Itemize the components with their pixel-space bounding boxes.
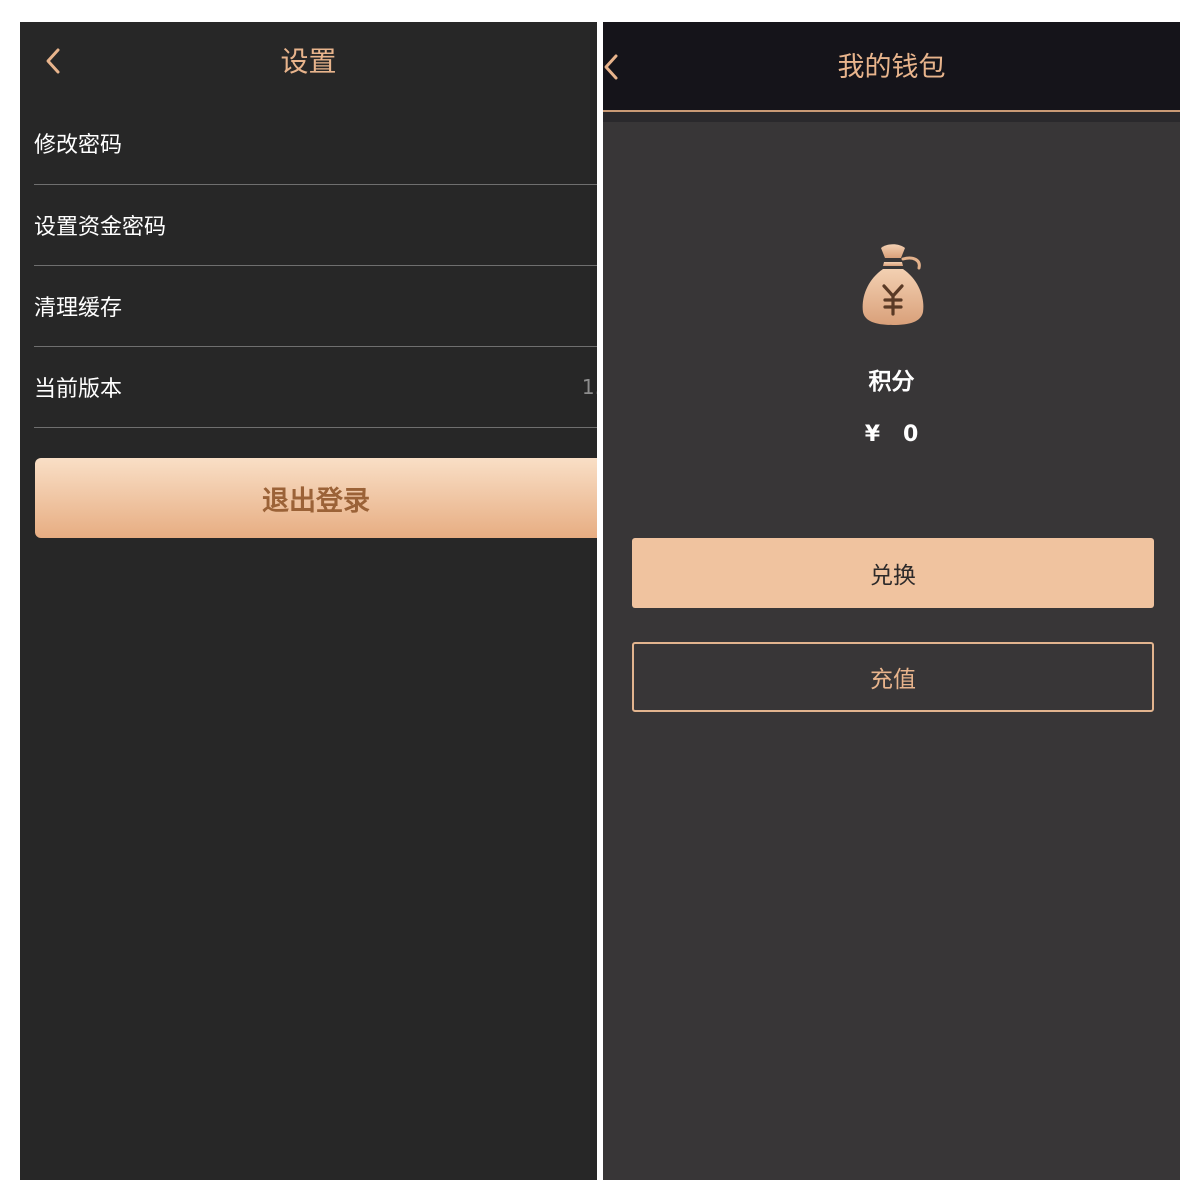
settings-item-label: 当前版本 [34, 377, 123, 402]
page-title: 设置 [280, 45, 337, 78]
wallet-screen: 我的钱包 积分 ¥ 0 兑换 充值 [603, 22, 1180, 1180]
currency-symbol: ¥ [864, 422, 880, 447]
settings-item-fund-password[interactable]: 设置资金密码 [34, 185, 597, 266]
settings-item-label: 修改密码 [34, 133, 123, 158]
settings-item-clear-cache[interactable]: 清理缓存 [34, 266, 597, 347]
settings-header: 设置 [20, 22, 597, 102]
points-label: 积分 [868, 369, 915, 395]
balance-value: 0 [902, 422, 919, 447]
recharge-button[interactable]: 充值 [632, 642, 1154, 712]
page-title: 我的钱包 [837, 52, 946, 83]
version-value: 1. [581, 375, 597, 399]
exchange-button[interactable]: 兑换 [632, 538, 1154, 608]
exchange-label: 兑换 [870, 563, 916, 589]
settings-list: 修改密码 设置资金密码 清理缓存 当前版本 1. [34, 102, 597, 428]
settings-item-label: 设置资金密码 [34, 215, 167, 240]
wallet-header: 我的钱包 [603, 22, 1180, 112]
header-divider [603, 112, 1180, 122]
settings-item-label: 清理缓存 [34, 296, 123, 321]
settings-item-version: 当前版本 1. [34, 347, 597, 428]
balance-display: ¥ 0 [603, 422, 1180, 447]
logout-label: 退出登录 [262, 485, 370, 517]
settings-screen: 设置 修改密码 设置资金密码 清理缓存 当前版本 1. 退出登录 [20, 22, 597, 1180]
recharge-label: 充值 [870, 667, 916, 693]
settings-item-change-password[interactable]: 修改密码 [34, 102, 597, 185]
money-bag-icon [862, 244, 924, 325]
logout-button[interactable]: 退出登录 [35, 458, 597, 538]
